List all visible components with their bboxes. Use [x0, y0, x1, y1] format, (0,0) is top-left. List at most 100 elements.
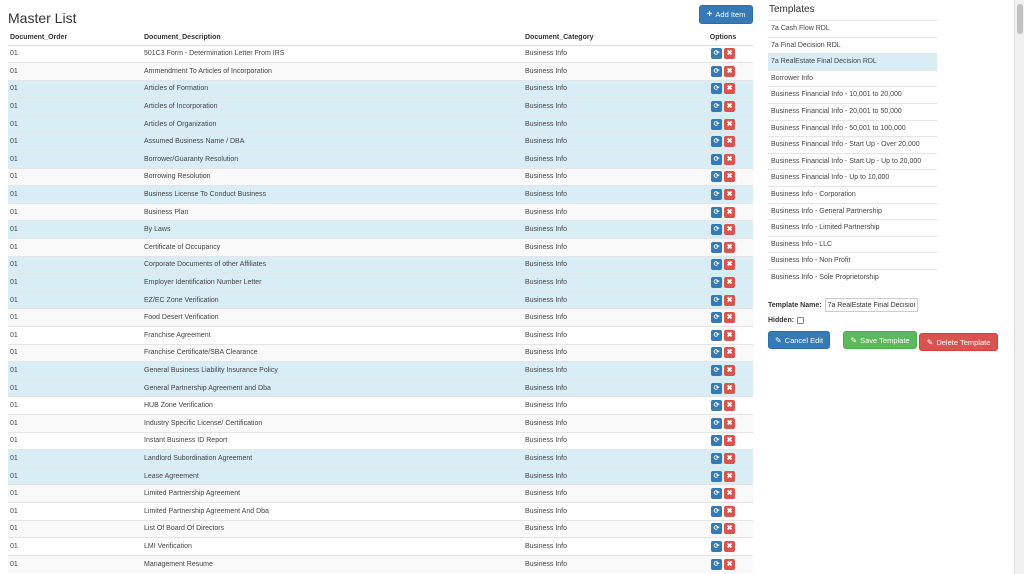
delete-icon[interactable]: ✖	[724, 329, 735, 341]
save-template-button[interactable]: ✎ Save Template	[843, 331, 917, 349]
delete-icon[interactable]: ✖	[724, 400, 735, 412]
delete-template-button[interactable]: ✎ Delete Template	[919, 333, 998, 351]
template-item[interactable]: Business Info - LLC	[768, 235, 937, 253]
template-item[interactable]: Business Info - Sole Proprietorship	[768, 268, 937, 286]
cell-category: Business Info	[523, 326, 693, 345]
edit-icon[interactable]: ⟳	[711, 83, 722, 95]
template-item[interactable]: 7a Cash Flow RDL	[768, 20, 937, 37]
delete-icon[interactable]: ✖	[724, 171, 735, 183]
cell-description: Employer Identification Number Letter	[142, 273, 523, 292]
edit-icon[interactable]: ⟳	[711, 417, 722, 429]
scrollbar-thumb[interactable]	[1017, 4, 1023, 34]
edit-icon[interactable]: ⟳	[711, 48, 722, 60]
edit-icon[interactable]: ⟳	[711, 382, 722, 394]
delete-icon[interactable]: ✖	[724, 435, 735, 447]
delete-icon[interactable]: ✖	[724, 364, 735, 376]
template-item[interactable]: Business Info - Corporation	[768, 185, 937, 203]
delete-icon[interactable]: ✖	[724, 48, 735, 60]
delete-icon[interactable]: ✖	[724, 206, 735, 218]
delete-icon[interactable]: ✖	[724, 523, 735, 535]
cell-order: 01	[8, 519, 142, 538]
template-item[interactable]: 7a Final Decision RDL	[768, 36, 937, 54]
edit-icon[interactable]: ⟳	[711, 347, 722, 359]
add-item-button[interactable]: + Add Item	[699, 5, 753, 24]
delete-icon[interactable]: ✖	[724, 153, 735, 165]
template-item[interactable]: Business Financial Info - Start Up - Ove…	[768, 136, 937, 153]
delete-icon[interactable]: ✖	[724, 488, 735, 500]
delete-icon[interactable]: ✖	[724, 136, 735, 148]
delete-icon[interactable]: ✖	[724, 241, 735, 253]
table-row: 01 501C3 Form - Determination Letter From…	[8, 44, 753, 63]
column-header-order[interactable]: Document_Order	[8, 30, 142, 46]
edit-icon[interactable]: ⟳	[711, 558, 722, 570]
edit-icon[interactable]: ⟳	[711, 540, 722, 552]
hidden-checkbox[interactable]	[797, 317, 805, 324]
edit-icon[interactable]: ⟳	[711, 277, 722, 289]
edit-icon[interactable]: ⟳	[711, 523, 722, 535]
delete-icon[interactable]: ✖	[724, 65, 735, 77]
cell-category: Business Info	[523, 343, 693, 362]
column-header-category[interactable]: Document_Category	[523, 30, 693, 46]
template-name-input[interactable]	[824, 298, 918, 312]
template-item[interactable]: Business Financial Info - 10,001 to 20,0…	[768, 86, 937, 103]
delete-icon[interactable]: ✖	[724, 347, 735, 359]
delete-icon[interactable]: ✖	[724, 294, 735, 306]
delete-icon[interactable]: ✖	[724, 540, 735, 552]
delete-icon[interactable]: ✖	[724, 452, 735, 464]
edit-icon[interactable]: ⟳	[711, 101, 722, 113]
template-item[interactable]: Borrower Info	[768, 69, 937, 87]
delete-icon[interactable]: ✖	[724, 505, 735, 517]
edit-icon[interactable]: ⟳	[711, 171, 722, 183]
delete-icon[interactable]: ✖	[724, 259, 735, 271]
edit-icon[interactable]: ⟳	[711, 470, 722, 482]
edit-icon[interactable]: ⟳	[711, 259, 722, 271]
edit-icon[interactable]: ⟳	[711, 241, 722, 253]
edit-icon[interactable]: ⟳	[711, 435, 722, 447]
template-item[interactable]: Business Financial Info - Up to 10,000	[768, 169, 937, 186]
cell-category: Business Info	[523, 114, 693, 133]
delete-icon[interactable]: ✖	[724, 83, 735, 95]
edit-icon[interactable]: ⟳	[711, 452, 722, 464]
delete-icon[interactable]: ✖	[724, 558, 735, 570]
template-item[interactable]: Business Info - Limited Partnership	[768, 219, 937, 236]
cell-order: 01	[8, 290, 142, 309]
edit-icon[interactable]: ⟳	[711, 189, 722, 201]
template-item[interactable]: 7a RealEstate Final Decision RDL	[768, 53, 937, 70]
edit-icon[interactable]: ⟳	[711, 505, 722, 517]
delete-icon[interactable]: ✖	[724, 277, 735, 289]
edit-icon[interactable]: ⟳	[711, 329, 722, 341]
edit-icon[interactable]: ⟳	[711, 118, 722, 130]
template-item[interactable]: Business Info - Non Profit	[768, 252, 937, 269]
edit-icon[interactable]: ⟳	[711, 224, 722, 236]
delete-icon[interactable]: ✖	[724, 417, 735, 429]
delete-icon[interactable]: ✖	[724, 189, 735, 201]
cancel-edit-button[interactable]: ✎ Cancel Edit	[768, 331, 830, 349]
master-list-panel: Master List + Add Item Document_Order Do…	[8, 0, 753, 574]
template-item[interactable]: Business Info - General Partnership	[768, 202, 937, 220]
edit-icon[interactable]: ⟳	[711, 488, 722, 500]
edit-icon[interactable]: ⟳	[711, 206, 722, 218]
page-scrollbar[interactable]	[1014, 0, 1024, 574]
cell-description: Articles of Incorporation	[142, 97, 523, 116]
delete-icon[interactable]: ✖	[724, 382, 735, 394]
table-row: 01 General Partnership Agreement and Dba B…	[8, 378, 753, 397]
hidden-row: Hidden:	[768, 317, 805, 324]
cell-options: ⟳ ✖	[693, 343, 753, 362]
template-item[interactable]: Business Financial Info - 20,001 to 50,0…	[768, 102, 937, 120]
delete-icon[interactable]: ✖	[724, 101, 735, 113]
template-item[interactable]: Business Financial Info - 50,001 to 100,…	[768, 119, 937, 137]
edit-icon[interactable]: ⟳	[711, 364, 722, 376]
edit-icon[interactable]: ⟳	[711, 136, 722, 148]
delete-icon[interactable]: ✖	[724, 470, 735, 482]
template-item[interactable]: Business Financial Info - Start Up - Up …	[768, 152, 937, 170]
column-header-description[interactable]: Document_Description	[142, 30, 523, 46]
edit-icon[interactable]: ⟳	[711, 312, 722, 324]
cell-category: Business Info	[523, 484, 693, 503]
delete-icon[interactable]: ✖	[724, 118, 735, 130]
edit-icon[interactable]: ⟳	[711, 153, 722, 165]
delete-icon[interactable]: ✖	[724, 224, 735, 236]
delete-icon[interactable]: ✖	[724, 312, 735, 324]
edit-icon[interactable]: ⟳	[711, 65, 722, 77]
edit-icon[interactable]: ⟳	[711, 294, 722, 306]
edit-icon[interactable]: ⟳	[711, 400, 722, 412]
